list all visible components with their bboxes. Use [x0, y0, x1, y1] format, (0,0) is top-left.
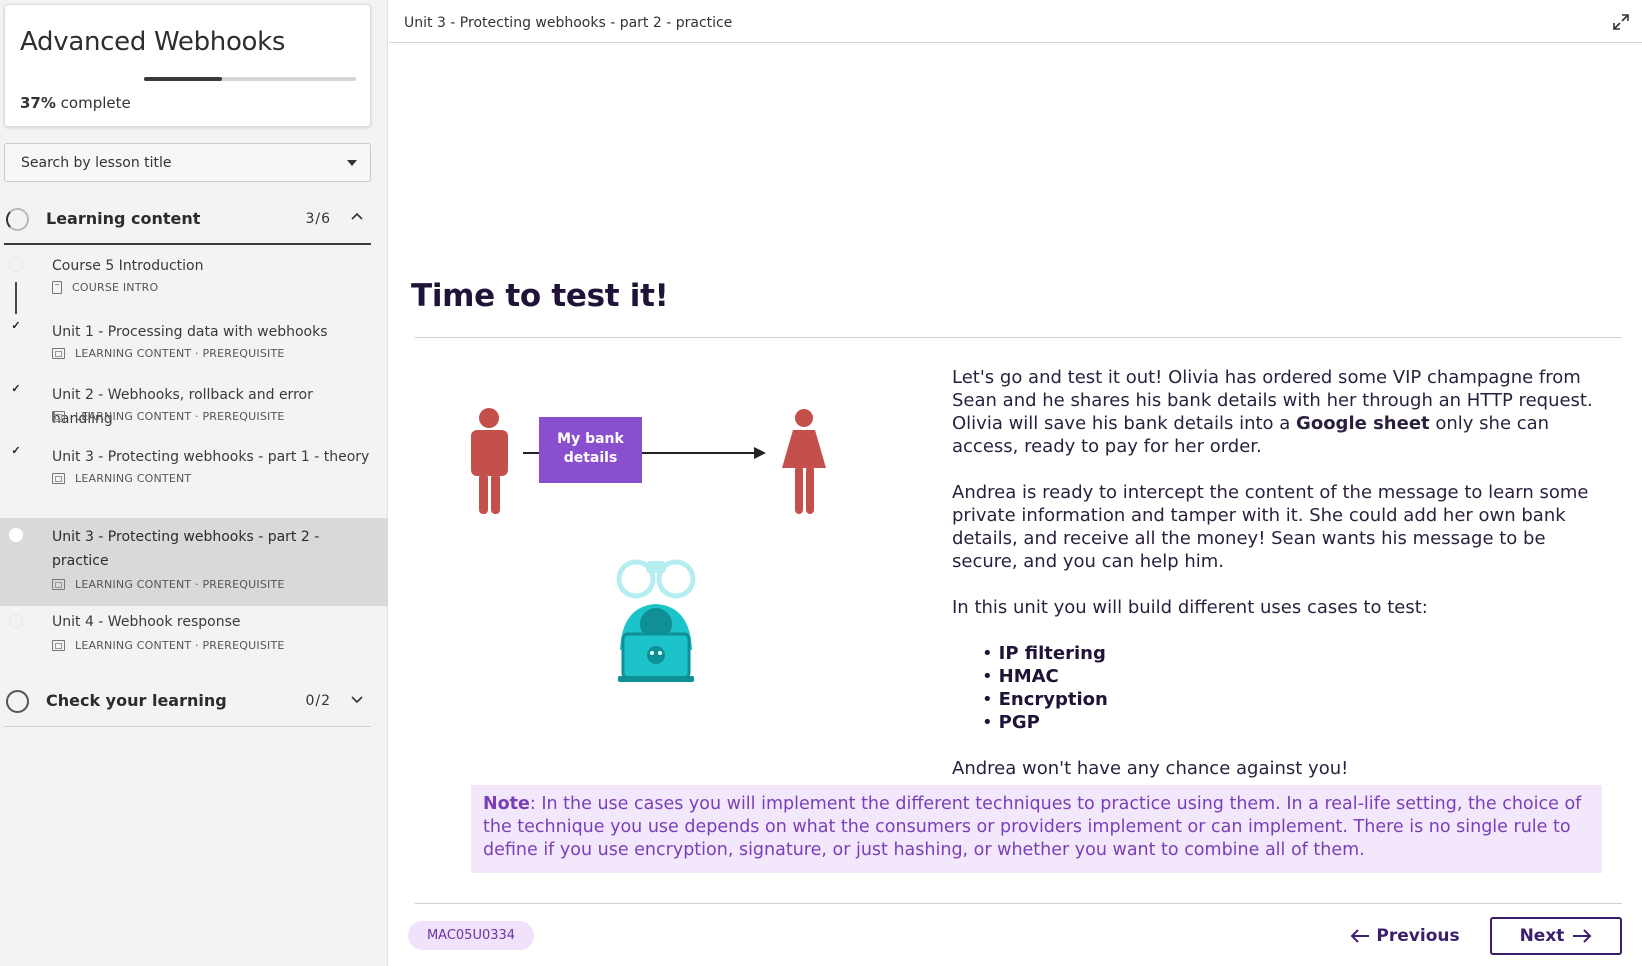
page-title: Time to test it! [411, 278, 669, 314]
section-count: 3/6 [305, 211, 331, 227]
previous-button[interactable]: Previous [1349, 920, 1461, 952]
use-case-list: IP filtering HMAC Encryption PGP [982, 642, 1602, 734]
course-title: Advanced Webhooks [20, 27, 286, 57]
lesson-title: Unit 1 - Processing data with webhooks [52, 324, 328, 340]
lesson-title: Unit 3 - Protecting webhooks - part 1 - … [52, 449, 370, 465]
arrow-left-icon [1350, 929, 1370, 943]
slides-icon [52, 411, 65, 422]
bank-details-box: My bank details [539, 417, 642, 483]
list-item: HMAC [982, 665, 1602, 688]
paragraph-andrea: Andrea is ready to intercept the content… [952, 482, 1589, 572]
arrow-right-icon [1573, 929, 1592, 943]
lesson-item[interactable]: ✓ Unit 3 - Protecting webhooks - part 1 … [0, 440, 388, 501]
course-sidebar: Advanced Webhooks 37% complete Search by… [0, 0, 388, 966]
caret-down-icon [347, 160, 357, 166]
lesson-item[interactable]: ✓ Unit 1 - Processing data with webhooks… [0, 318, 388, 379]
illustration: My bank details [440, 380, 890, 710]
hacker-with-binoculars-icon [616, 559, 696, 682]
list-item: Encryption [982, 688, 1602, 711]
checkmark-icon: ✓ [9, 444, 23, 458]
course-progress-text: 37% complete [20, 94, 131, 112]
section-check-your-learning[interactable]: Check your learning 0/2 [4, 677, 371, 727]
webhook-interception-illustration [471, 408, 826, 682]
section-learning-content[interactable]: Learning content 3/6 [4, 195, 371, 245]
lesson-item-current[interactable]: Unit 3 - Protecting webhooks - part 2 - … [0, 518, 388, 606]
lesson-search-dropdown[interactable]: Search by lesson title [4, 143, 371, 182]
lesson-title: Unit 2 - Webhooks, rollback and error ha… [52, 387, 313, 427]
document-icon [52, 281, 62, 294]
lesson-meta: LEARNING CONTENT · PREREQUISITE [52, 347, 285, 360]
lesson-item[interactable]: Unit 4 - Webhook response LEARNING CONTE… [0, 606, 388, 666]
lesson-meta: LEARNING CONTENT · PREREQUISITE [52, 410, 285, 423]
lesson-topbar: Unit 3 - Protecting webhooks - part 2 - … [389, 0, 1642, 43]
lesson-item[interactable]: Course 5 Introduction COURSE INTRO [0, 258, 388, 318]
lesson-search-placeholder: Search by lesson title [21, 155, 172, 171]
course-header-card: Advanced Webhooks 37% complete [4, 4, 371, 127]
previous-label: Previous [1376, 926, 1460, 946]
divider [415, 903, 1622, 904]
lesson-body: Let's go and test it out! Olivia has ord… [952, 366, 1602, 803]
slides-icon [52, 640, 65, 651]
section-progress-ring-icon [6, 690, 29, 713]
list-item: PGP [982, 711, 1602, 734]
chevron-down-icon[interactable] [351, 693, 363, 705]
lesson-meta: COURSE INTRO [52, 281, 158, 294]
lesson-status-not-started-icon [9, 258, 23, 272]
checkmark-icon: ✓ [9, 319, 23, 333]
divider [415, 337, 1622, 338]
lesson-code-badge: MAC05U0334 [408, 921, 534, 950]
lesson-meta: LEARNING CONTENT [52, 472, 191, 485]
section-label: Learning content [46, 209, 201, 228]
course-progress-fill [144, 77, 223, 81]
lesson-meta: LEARNING CONTENT · PREREQUISITE [52, 578, 285, 591]
lesson-title: Course 5 Introduction [52, 258, 204, 274]
paragraph-intro: Let's go and test it out! Olivia has ord… [952, 367, 1593, 457]
lesson-item[interactable]: ✓ Unit 2 - Webhooks, rollback and error … [0, 379, 388, 440]
man-icon [471, 408, 508, 514]
lesson-status-current-icon [9, 528, 23, 542]
section-progress-ring-icon [6, 208, 29, 231]
slides-icon [52, 473, 65, 484]
section-count: 0/2 [305, 693, 331, 709]
lesson-status-not-started-icon [9, 614, 23, 628]
paragraph-use-cases: In this unit you will build different us… [952, 597, 1428, 618]
checkmark-icon: ✓ [9, 382, 23, 396]
chevron-up-icon[interactable] [351, 211, 363, 223]
section-label: Check your learning [46, 691, 227, 710]
next-button[interactable]: Next [1490, 917, 1622, 955]
lesson-meta: LEARNING CONTENT · PREREQUISITE [52, 639, 285, 652]
woman-icon [782, 409, 826, 514]
next-label: Next [1519, 926, 1565, 946]
lesson-title: Unit 3 - Protecting webhooks - part 2 - … [52, 529, 320, 569]
breadcrumb: Unit 3 - Protecting webhooks - part 2 - … [404, 15, 733, 31]
expand-icon[interactable] [1612, 13, 1630, 31]
note-callout: Note: In the use cases you will implemen… [471, 785, 1602, 873]
paragraph-closing: Andrea won't have any chance against you… [952, 758, 1349, 779]
course-progress-bar [144, 77, 356, 81]
list-item: IP filtering [982, 642, 1602, 665]
slides-icon [52, 348, 65, 359]
lesson-title: Unit 4 - Webhook response [52, 614, 241, 630]
slides-icon [52, 579, 65, 590]
